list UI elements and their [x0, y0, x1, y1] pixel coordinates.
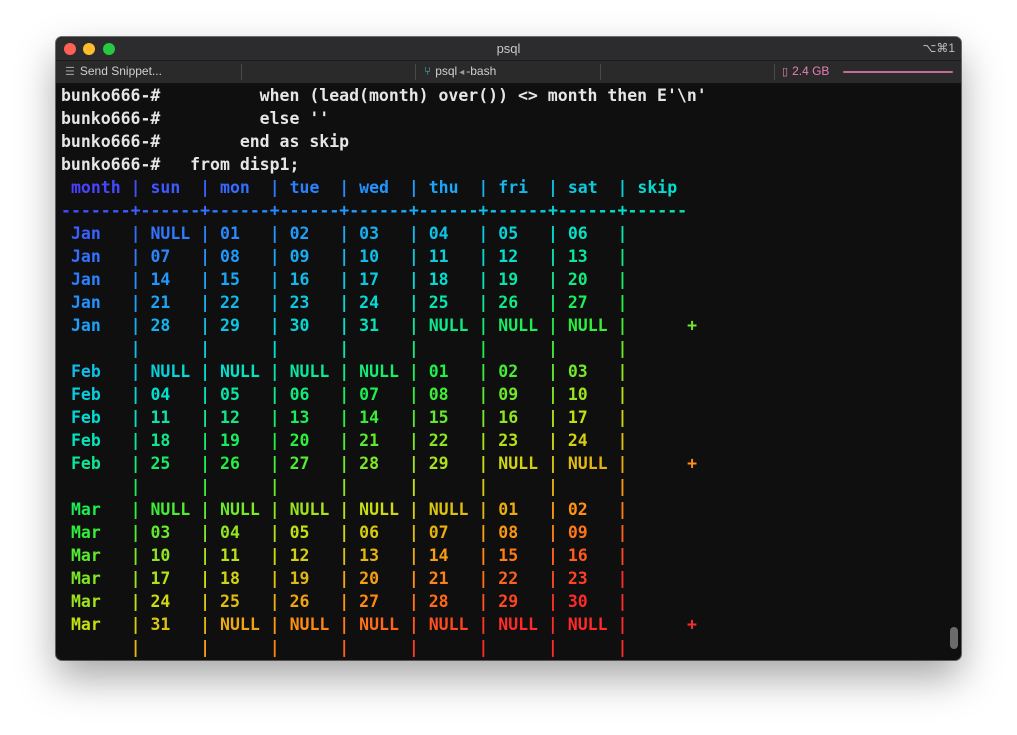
toolbar-divider: [415, 64, 416, 80]
result-separator: -------+------+------+------+------+----…: [61, 201, 688, 220]
memory-bar: [843, 71, 953, 73]
arrow-left-icon: ◂: [459, 67, 465, 78]
toolbar-divider: [241, 64, 242, 80]
prompt: bunko666-#: [61, 132, 161, 151]
scrollbar-thumb[interactable]: [950, 627, 958, 649]
toolbar-divider: [600, 64, 601, 80]
status-toolbar: ☰ Send Snippet... ⑂ psql ◂ -bash ▯ 2.4 GB: [56, 61, 961, 84]
command-text: else '': [160, 109, 330, 128]
table-row: | | | | | | | |: [130, 339, 628, 358]
title-bar: psql ⌥⌘1: [56, 37, 961, 61]
window-title: psql: [496, 41, 521, 56]
prompt: bunko666-#: [61, 109, 161, 128]
memory-icon: ▯: [782, 66, 789, 78]
window-shortcut: ⌥⌘1: [922, 41, 955, 55]
table-row: Feb | NULL | NULL | NULL | NULL | 01 | 0…: [70, 362, 628, 381]
command-line: bunko666-# end as skip: [61, 130, 941, 153]
table-row: Jan | 14 | 15 | 16 | 17 | 18 | 19 | 20 |: [70, 270, 628, 289]
table-row: Jan | 21 | 22 | 23 | 24 | 25 | 26 | 27 |: [70, 293, 628, 312]
job-tab[interactable]: ⑂ psql ◂ -bash: [424, 64, 496, 78]
table-row: Mar | NULL | NULL | NULL | NULL | NULL |…: [70, 500, 628, 519]
command-line: bunko666-# when (lead(month) over()) <> …: [61, 84, 941, 107]
table-row: Feb | 25 | 26 | 27 | 28 | 29 | NULL | NU…: [70, 454, 697, 473]
table-row: Mar | 24 | 25 | 26 | 27 | 28 | 29 | 30 |: [70, 592, 628, 611]
table-row: Mar | 10 | 11 | 12 | 13 | 14 | 15 | 16 |: [70, 546, 628, 565]
table-row: Jan | 07 | 08 | 09 | 10 | 11 | 12 | 13 |: [70, 247, 628, 266]
table-row: Mar | 17 | 18 | 19 | 20 | 21 | 22 | 23 |: [70, 569, 628, 588]
result-header: month | sun | mon | tue | wed | thu | fr…: [70, 178, 678, 197]
send-snippet-label: Send Snippet...: [79, 64, 162, 78]
list-icon: ☰: [65, 66, 75, 78]
table-row: Feb | 11 | 12 | 13 | 14 | 15 | 16 | 17 |: [70, 408, 628, 427]
command-text: end as skip: [160, 132, 350, 151]
send-snippet-button[interactable]: ☰ Send Snippet...: [65, 64, 162, 78]
table-row: Jan | NULL | 01 | 02 | 03 | 04 | 05 | 06…: [70, 224, 628, 243]
memory-value: 2.4 GB: [792, 64, 830, 78]
command-line: bunko666-# from disp1;: [61, 153, 941, 176]
terminal-window: psql ⌥⌘1 ☰ Send Snippet... ⑂ psql ◂ -bash ▯ 2…: [56, 37, 961, 660]
command-line: bunko666-# else '': [61, 107, 941, 130]
job-tab-label: psql: [435, 64, 458, 78]
table-row: | | | | | | | |: [130, 638, 628, 657]
memory-indicator: ▯ 2.4 GB: [782, 64, 829, 78]
branch-icon: ⑂: [424, 64, 432, 78]
terminal-output[interactable]: bunko666-# when (lead(month) over()) <> …: [61, 84, 941, 658]
toolbar-divider: [774, 64, 775, 80]
table-row: Mar | 03 | 04 | 05 | 06 | 07 | 08 | 09 |: [70, 523, 628, 542]
prompt: bunko666-#: [61, 155, 161, 174]
table-row: Mar | 31 | NULL | NULL | NULL | NULL | N…: [70, 615, 697, 634]
table-row: Feb | 18 | 19 | 20 | 21 | 22 | 23 | 24 |: [70, 431, 628, 450]
table-row: Feb | 04 | 05 | 06 | 07 | 08 | 09 | 10 |: [70, 385, 628, 404]
command-text: from disp1;: [160, 155, 300, 174]
prompt: bunko666-#: [61, 86, 161, 105]
table-row: | | | | | | | |: [130, 477, 628, 496]
job-tab-sublabel: -bash: [466, 64, 497, 78]
command-text: when (lead(month) over()) <> month then …: [160, 86, 707, 105]
table-row: Jan | 28 | 29 | 30 | 31 | NULL | NULL | …: [70, 316, 697, 335]
